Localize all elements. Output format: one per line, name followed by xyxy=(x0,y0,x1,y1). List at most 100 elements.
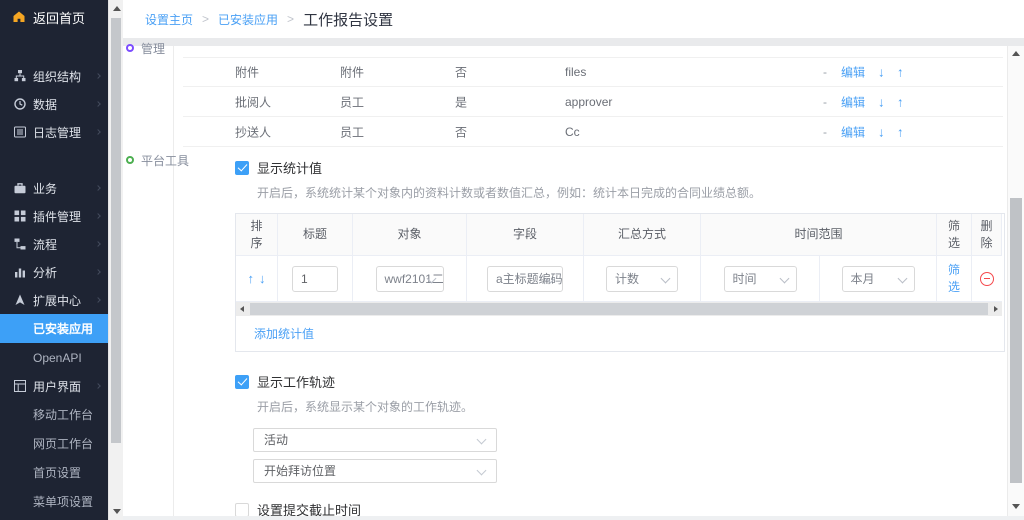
sort-down-icon[interactable]: ↓ xyxy=(259,271,266,286)
horizontal-scrollbar-thumb[interactable] xyxy=(250,303,988,315)
sidebar-item-menu-settings[interactable]: 菜单项设置 xyxy=(0,487,108,516)
show-stats-checkbox[interactable] xyxy=(235,161,249,175)
show-track-checkbox[interactable] xyxy=(235,375,249,389)
home-icon xyxy=(13,11,25,23)
sidebar-item-back-home[interactable]: 返回首页 xyxy=(0,0,108,34)
sidebar-section-label: 平台工具 xyxy=(141,152,189,169)
edit-link[interactable]: 编辑 xyxy=(841,64,865,81)
move-down-icon[interactable]: ↓ xyxy=(878,94,885,109)
breadcrumb-parent-link[interactable]: 已安装应用 xyxy=(218,11,278,28)
add-stat-row: 添加统计值 xyxy=(236,316,1002,351)
header-divider xyxy=(123,38,1024,46)
breadcrumb-home-link[interactable]: 设置主页 xyxy=(145,11,193,28)
move-down-icon[interactable]: ↓ xyxy=(878,65,885,80)
scroll-up-icon[interactable] xyxy=(113,6,121,11)
sidebar-item-log-admin[interactable]: 日志管理 xyxy=(0,118,108,146)
track-object-select[interactable]: 活动 xyxy=(253,428,497,452)
edit-link[interactable]: 编辑 xyxy=(841,123,865,140)
sidebar-item-installed-apps[interactable]: 已安装应用 xyxy=(0,314,108,343)
sidebar-item-label: 已安装应用 xyxy=(33,320,93,337)
sidebar-item-mobile-workbench[interactable]: 移动工作台 xyxy=(0,400,108,429)
layout-icon xyxy=(14,380,26,392)
stat-field-select[interactable]: a主标题编码 xyxy=(487,266,563,292)
chevron-right-icon xyxy=(95,241,101,247)
column-header-title: 标题 xyxy=(278,214,353,256)
object-cell: wwf2101二... xyxy=(353,256,467,302)
remove-row-icon[interactable] xyxy=(980,272,994,286)
scroll-right-icon[interactable] xyxy=(994,306,998,312)
column-header-sort: 排序 xyxy=(236,214,278,256)
briefcase-icon xyxy=(14,182,26,194)
sidebar-item-label: 网页工作台 xyxy=(33,435,93,452)
sidebar-item-workflow[interactable]: 流程 xyxy=(0,230,108,258)
edit-link[interactable]: 编辑 xyxy=(841,93,865,110)
scroll-up-icon[interactable] xyxy=(1012,51,1020,56)
sidebar-scrollbar-thumb[interactable] xyxy=(111,18,121,443)
deadline-checkbox[interactable] xyxy=(235,503,249,517)
stat-time-type-select[interactable]: 时间 xyxy=(724,266,797,292)
stat-object-select[interactable]: wwf2101二... xyxy=(376,266,444,292)
show-track-label: 显示工作轨迹 xyxy=(257,372,335,391)
breadcrumb-separator: > xyxy=(287,12,294,26)
sidebar-item-extension-center[interactable]: 扩展中心 xyxy=(0,286,108,314)
sidebar-item-label: 插件管理 xyxy=(33,208,81,225)
sort-up-icon[interactable]: ↑ xyxy=(248,271,255,286)
sidebar-item-org-structure[interactable]: 组织结构 xyxy=(0,62,108,90)
sidebar-item-homepage-settings[interactable]: 首页设置 xyxy=(0,458,108,487)
page-title: 工作报告设置 xyxy=(303,9,393,30)
org-structure-icon xyxy=(14,70,26,82)
table-row-cc: 抄送人 员工 否 Cc - 编辑 ↓ ↑ xyxy=(183,117,1003,147)
chevron-right-icon xyxy=(95,185,101,191)
scroll-left-icon[interactable] xyxy=(240,306,244,312)
stat-title-input[interactable]: 1 xyxy=(292,266,338,292)
sidebar-item-web-workbench[interactable]: 网页工作台 xyxy=(0,429,108,458)
stats-horizontal-scrollbar[interactable] xyxy=(236,302,1002,316)
move-up-icon[interactable]: ↑ xyxy=(897,94,904,109)
chevron-right-icon xyxy=(95,269,101,275)
column-header-summary: 汇总方式 xyxy=(584,214,701,256)
filter-link[interactable]: 筛选 xyxy=(947,262,962,294)
sidebar-item-openapi[interactable]: OpenAPI xyxy=(0,343,108,372)
sidebar-item-data[interactable]: 数据 xyxy=(0,90,108,118)
extension-center-icon xyxy=(14,294,26,306)
deadline-label: 设置提交截止时间 xyxy=(257,500,361,516)
sidebar: 返回首页 管理 组织结构 数据 日志管理 平台工具 业务 插件管理 流程 xyxy=(0,0,108,520)
fields-table: 附件 附件 否 files - 编辑 ↓ ↑ 批阅人 员工 是 approver… xyxy=(183,57,1003,147)
field-cell: a主标题编码 xyxy=(467,256,584,302)
move-down-icon[interactable]: ↓ xyxy=(878,124,885,139)
sidebar-scrollbar[interactable] xyxy=(108,0,123,520)
sidebar-item-user-interface[interactable]: 用户界面 xyxy=(0,372,108,400)
sidebar-item-label: 日志管理 xyxy=(33,124,81,141)
column-header-field: 字段 xyxy=(467,214,584,256)
field-name: 附件 xyxy=(235,64,259,81)
time-type-cell: 时间 xyxy=(701,256,820,302)
stat-summary-select[interactable]: 计数 xyxy=(606,266,678,292)
plugin-grid-icon xyxy=(14,210,26,222)
stat-time-range-select[interactable]: 本月 xyxy=(842,266,915,292)
content-scrollbar[interactable] xyxy=(1007,46,1024,516)
main-area: 设置主页 > 已安装应用 > 工作报告设置 附件 附件 否 files - 编辑… xyxy=(123,0,1024,520)
sidebar-item-plugin-admin[interactable]: 插件管理 xyxy=(0,202,108,230)
scroll-down-icon[interactable] xyxy=(113,509,121,514)
sidebar-item-label: 菜单项设置 xyxy=(33,493,93,510)
sidebar-item-business[interactable]: 业务 xyxy=(0,174,108,202)
time-range-cell: 本月 xyxy=(820,256,937,302)
show-stats-label: 显示统计值 xyxy=(257,158,322,177)
content-scrollbar-thumb[interactable] xyxy=(1010,198,1022,483)
field-required: 是 xyxy=(455,93,467,110)
field-dash: - xyxy=(823,65,827,79)
scroll-down-icon[interactable] xyxy=(1012,504,1020,509)
sidebar-item-label: 数据 xyxy=(33,96,57,113)
title-cell: 1 xyxy=(278,256,353,302)
field-code: Cc xyxy=(565,125,580,139)
admin-ring-icon xyxy=(126,44,134,52)
sidebar-item-analysis[interactable]: 分析 xyxy=(0,258,108,286)
sidebar-section-label: 管理 xyxy=(141,40,165,57)
track-field-select[interactable]: 开始拜访位置 xyxy=(253,459,497,483)
field-type: 员工 xyxy=(340,123,364,140)
move-up-icon[interactable]: ↑ xyxy=(897,65,904,80)
add-stat-link[interactable]: 添加统计值 xyxy=(254,327,314,341)
sidebar-item-label: 首页设置 xyxy=(33,464,81,481)
bar-chart-icon xyxy=(14,266,26,278)
move-up-icon[interactable]: ↑ xyxy=(897,124,904,139)
